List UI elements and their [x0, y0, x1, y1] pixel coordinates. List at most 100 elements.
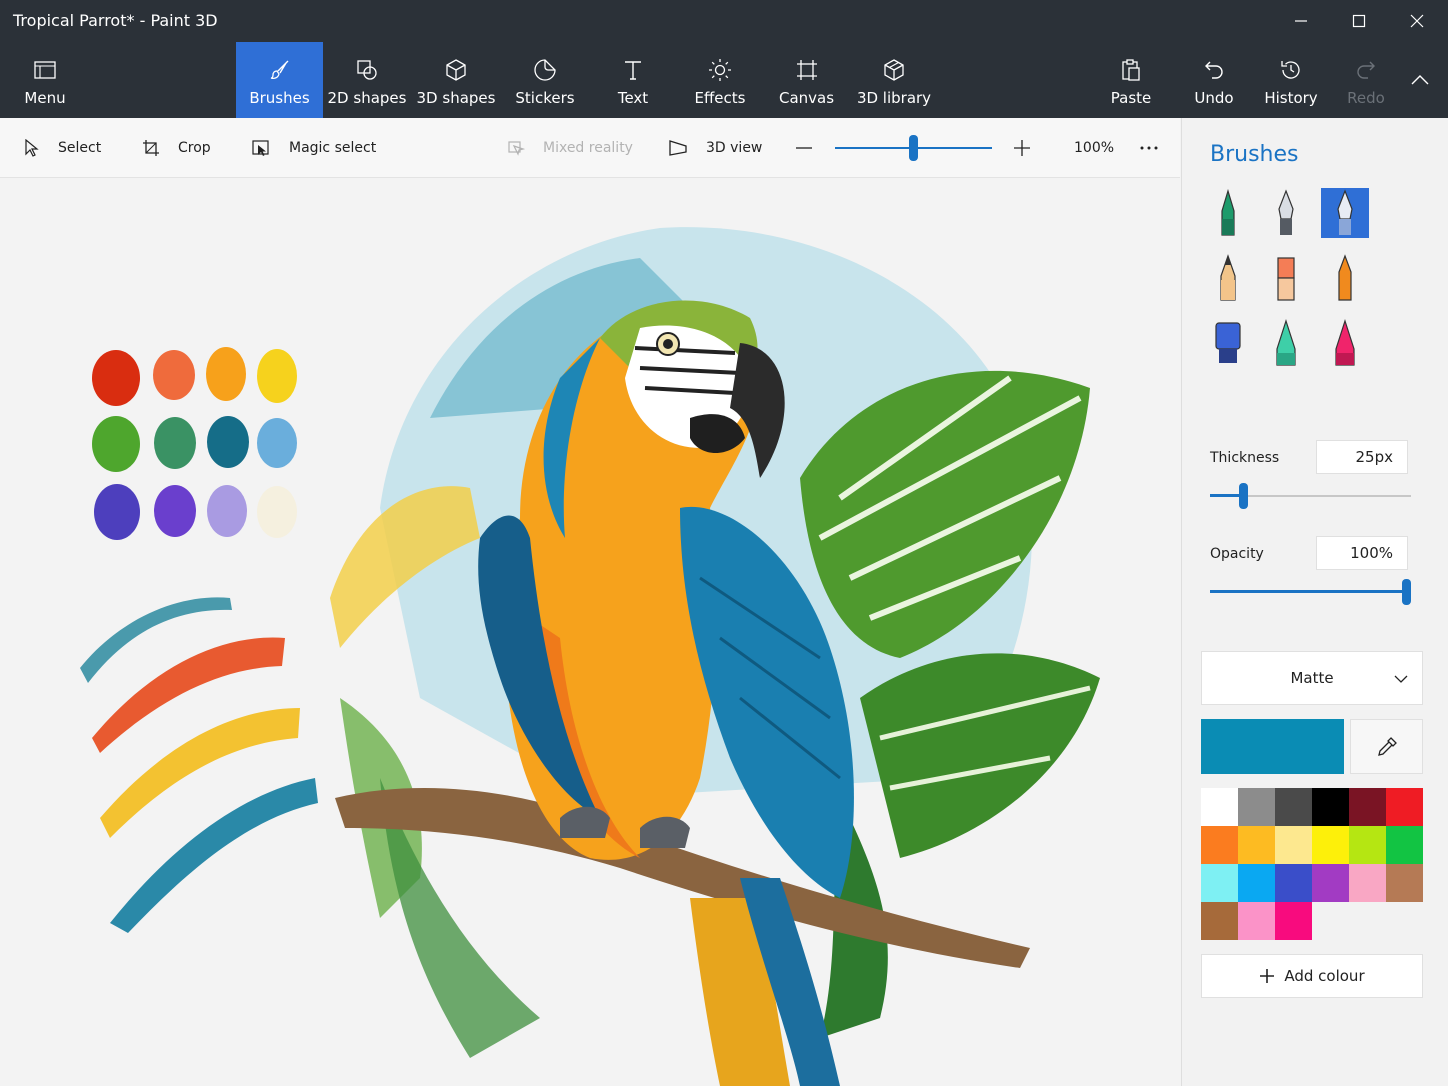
zoom-in-button[interactable] — [1013, 118, 1031, 177]
more-options-button[interactable] — [1139, 118, 1159, 177]
paint-dabs — [92, 347, 297, 540]
tab-2d-shapes-label: 2D shapes — [327, 88, 407, 107]
palette-swatch[interactable] — [1201, 864, 1238, 902]
redo-label: Redo — [1347, 88, 1385, 107]
text-icon — [625, 60, 641, 80]
tab-3d-library[interactable]: 3D library — [850, 42, 938, 118]
tab-effects[interactable]: Effects — [677, 42, 763, 118]
collapse-ribbon-button[interactable] — [1402, 42, 1438, 118]
magic-select-tool[interactable]: Magic select — [252, 118, 376, 177]
thickness-thumb[interactable] — [1239, 483, 1248, 509]
sticker-icon — [534, 58, 556, 81]
library-cube-icon — [884, 58, 904, 81]
minimize-button[interactable] — [1272, 0, 1330, 42]
palette-swatch[interactable] — [1201, 902, 1238, 940]
history-button[interactable]: History — [1252, 42, 1330, 118]
3d-view-toggle[interactable]: 3D view — [668, 118, 762, 177]
thickness-label: Thickness — [1210, 450, 1280, 466]
chevron-down-icon — [1394, 675, 1408, 683]
tab-canvas[interactable]: Canvas — [763, 42, 850, 118]
eraser-brush[interactable] — [1262, 253, 1310, 303]
current-colour-swatch[interactable] — [1201, 719, 1344, 774]
palette-swatch[interactable] — [1349, 864, 1386, 902]
oil-brush[interactable] — [1321, 188, 1369, 238]
palette-swatch[interactable] — [1201, 788, 1238, 826]
ribbon: Menu Brushes 2D shapes 3D shapes Sticker… — [0, 42, 1448, 118]
palette-swatch[interactable] — [1201, 826, 1238, 864]
redo-button[interactable]: Redo — [1330, 42, 1402, 118]
add-colour-button[interactable]: Add colour — [1201, 954, 1423, 998]
fill-brush[interactable] — [1321, 318, 1369, 368]
palette-swatch[interactable] — [1238, 826, 1275, 864]
palette-swatch[interactable] — [1238, 902, 1275, 940]
fill-icon — [1335, 319, 1355, 366]
menu-button[interactable]: Menu — [0, 42, 90, 118]
crop-tool[interactable]: Crop — [142, 118, 211, 177]
palette-swatch[interactable] — [1386, 788, 1423, 826]
palette-swatch[interactable] — [1312, 826, 1349, 864]
tab-effects-label: Effects — [694, 88, 746, 107]
opacity-slider[interactable] — [1210, 579, 1411, 605]
marker-brush[interactable] — [1204, 188, 1252, 238]
oil-brush-icon — [1337, 189, 1353, 235]
zoom-slider[interactable] — [835, 118, 992, 177]
thickness-input[interactable]: 25px — [1316, 440, 1408, 474]
tab-text[interactable]: Text — [589, 42, 677, 118]
paste-button[interactable]: Paste — [1092, 42, 1170, 118]
paste-label: Paste — [1110, 88, 1152, 107]
crayon-icon — [1338, 254, 1352, 301]
mixed-reality-button[interactable]: Mixed reality — [507, 118, 633, 177]
select-tool[interactable]: Select — [24, 118, 101, 177]
maximize-button[interactable] — [1330, 0, 1388, 42]
opacity-input[interactable]: 100% — [1316, 536, 1408, 570]
palette-swatch[interactable] — [1275, 902, 1312, 940]
tab-brushes[interactable]: Brushes — [236, 42, 323, 118]
palette-swatch[interactable] — [1386, 826, 1423, 864]
tab-3d-shapes-label: 3D shapes — [416, 88, 496, 107]
palette-swatch[interactable] — [1238, 788, 1275, 826]
palette-swatch[interactable] — [1238, 864, 1275, 902]
history-icon — [1281, 60, 1300, 79]
ellipsis-icon — [1140, 146, 1158, 149]
drawing-canvas[interactable] — [0, 178, 1180, 1086]
palette-swatch[interactable] — [1386, 864, 1423, 902]
palette-swatch[interactable] — [1275, 864, 1312, 902]
eyedropper-icon — [1377, 736, 1397, 756]
zoom-level[interactable]: 100% — [1074, 118, 1114, 177]
palette-swatch[interactable] — [1349, 788, 1386, 826]
tab-3d-shapes[interactable]: 3D shapes — [411, 42, 501, 118]
palette-swatch[interactable] — [1275, 788, 1312, 826]
palette-swatch[interactable] — [1349, 826, 1386, 864]
finish-dropdown[interactable]: Matte — [1201, 651, 1423, 705]
eraser-icon — [1277, 257, 1295, 301]
maximize-icon — [1352, 14, 1366, 28]
crayon-brush[interactable] — [1321, 253, 1369, 303]
palette-swatch[interactable] — [1312, 864, 1349, 902]
pencil-brush[interactable] — [1204, 253, 1252, 303]
tab-stickers[interactable]: Stickers — [501, 42, 589, 118]
palette-swatch[interactable] — [1275, 826, 1312, 864]
redo-icon — [1357, 61, 1375, 79]
pixel-pen-icon — [1215, 322, 1241, 363]
close-button[interactable] — [1388, 0, 1446, 42]
thickness-slider[interactable] — [1210, 483, 1411, 509]
pixel-pen-brush[interactable] — [1204, 318, 1252, 368]
history-label: History — [1264, 88, 1318, 107]
spray-can-brush[interactable] — [1262, 318, 1310, 368]
crop-label: Crop — [178, 139, 211, 156]
opacity-thumb[interactable] — [1402, 579, 1411, 605]
zoom-slider-thumb[interactable] — [909, 135, 918, 161]
brushes-panel: Brushes Thickness 25px Opacity 100% Matt — [1181, 118, 1448, 1086]
colour-palette — [1201, 788, 1423, 942]
calligraphy-pen-brush[interactable] — [1262, 188, 1310, 238]
menu-label: Menu — [24, 88, 66, 107]
eyedropper-button[interactable] — [1350, 719, 1423, 774]
tab-2d-shapes[interactable]: 2D shapes — [323, 42, 411, 118]
undo-button[interactable]: Undo — [1176, 42, 1252, 118]
mixed-reality-label: Mixed reality — [543, 139, 633, 156]
spray-can-icon — [1276, 319, 1296, 366]
opacity-label: Opacity — [1210, 546, 1264, 562]
zoom-out-button[interactable] — [795, 118, 813, 177]
opacity-fill — [1210, 590, 1406, 593]
palette-swatch[interactable] — [1312, 788, 1349, 826]
